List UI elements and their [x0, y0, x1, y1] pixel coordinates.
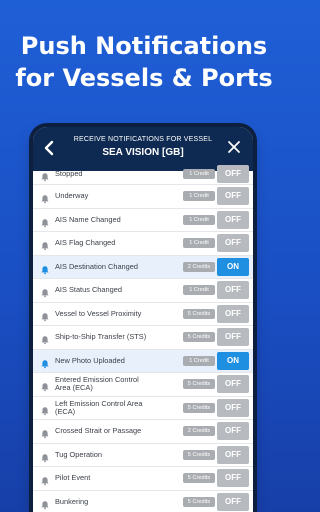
- notification-row: Crossed Strait or Passage 2 Credits OFF: [33, 420, 253, 444]
- notification-label: Tug Operation: [55, 449, 102, 459]
- notification-toggle[interactable]: OFF: [217, 375, 249, 394]
- credit-badge: 5 Credits: [183, 449, 215, 460]
- notification-row: AIS Flag Changed 1 Credit OFF: [33, 232, 253, 256]
- notification-toggle[interactable]: OFF: [217, 492, 249, 511]
- notification-toggle[interactable]: OFF: [217, 398, 249, 417]
- close-icon[interactable]: [227, 139, 243, 157]
- bell-icon: [40, 497, 50, 510]
- credit-badge: 2 Credits: [183, 261, 215, 272]
- notification-label: AIS Status Changed: [55, 285, 122, 295]
- bell-icon: [40, 473, 50, 486]
- app-bar-title: SEA VISION [GB]: [102, 147, 184, 158]
- bell-icon: [40, 356, 50, 369]
- bell-icon: [40, 426, 50, 439]
- promo-headline: Push Notifications for Vessels & Ports: [0, 30, 288, 94]
- credit-badge: 5 Credits: [183, 308, 215, 319]
- notification-toggle[interactable]: ON: [217, 257, 249, 276]
- bell-icon: [40, 379, 50, 392]
- bell-icon: [40, 262, 50, 275]
- notification-toggle[interactable]: OFF: [217, 422, 249, 441]
- notification-toggle[interactable]: OFF: [217, 328, 249, 347]
- notification-row: Bunkering 5 Credits OFF: [33, 490, 253, 512]
- credit-badge: 5 Credits: [183, 402, 215, 413]
- credit-badge: 1 Credit: [183, 238, 215, 249]
- phone-frame: RECEIVE NOTIFICATIONS FOR VESSEL SEA VIS…: [33, 127, 253, 512]
- notification-row: AIS Name Changed 1 Credit OFF: [33, 208, 253, 232]
- notification-toggle[interactable]: OFF: [217, 445, 249, 464]
- credit-badge: 5 Credits: [183, 473, 215, 484]
- notification-label: Pilot Event: [55, 473, 91, 483]
- bell-icon: [40, 450, 50, 463]
- notification-toggle[interactable]: OFF: [217, 469, 249, 488]
- credit-badge: 1 Credit: [183, 355, 215, 366]
- notification-label: New Photo Uploaded: [55, 355, 125, 365]
- notification-toggle[interactable]: OFF: [217, 164, 249, 183]
- notification-label: Crossed Strait or Passage: [55, 426, 142, 436]
- credit-badge: 5 Credits: [183, 332, 215, 343]
- credit-badge: 1 Credit: [183, 168, 215, 179]
- notification-row: AIS Status Changed 1 Credit OFF: [33, 279, 253, 303]
- credit-badge: 1 Credit: [183, 191, 215, 202]
- notification-list: Stopped 1 Credit OFF Underway 1 Credit OFF AIS…: [33, 164, 253, 512]
- bell-icon: [40, 285, 50, 298]
- notification-row: AIS Destination Changed 2 Credits ON: [33, 255, 253, 279]
- bell-icon: [40, 215, 50, 228]
- notification-label: Entered Emission Control Area (ECA): [55, 375, 139, 393]
- bell-icon: [40, 169, 50, 181]
- bell-icon: [40, 191, 50, 204]
- headline-line-1: Push Notifications: [20, 32, 268, 60]
- credit-badge: 2 Credits: [183, 426, 215, 437]
- bell-icon: [40, 403, 50, 416]
- notification-toggle[interactable]: ON: [217, 351, 249, 370]
- app-bar-subtitle: RECEIVE NOTIFICATIONS FOR VESSEL: [73, 136, 213, 143]
- notification-label: Ship-to-Ship Transfer (STS): [55, 332, 147, 342]
- notification-label: Vessel to Vessel Proximity: [55, 308, 142, 318]
- notification-toggle[interactable]: OFF: [217, 210, 249, 229]
- notification-toggle[interactable]: OFF: [217, 281, 249, 300]
- bell-icon: [40, 309, 50, 322]
- credit-badge: 5 Credits: [183, 496, 215, 507]
- notification-row: Vessel to Vessel Proximity 5 Credits OFF: [33, 302, 253, 326]
- notification-label: Left Emission Control Area (ECA): [55, 398, 143, 416]
- notification-label: AIS Flag Changed: [55, 238, 116, 248]
- notification-row: Entered Emission Control Area (ECA) 5 Cre…: [33, 373, 253, 397]
- bell-icon: [40, 238, 50, 251]
- notification-row: Ship-to-Ship Transfer (STS) 5 Credits OFF: [33, 326, 253, 350]
- credit-badge: 1 Credit: [183, 214, 215, 225]
- notification-toggle[interactable]: OFF: [217, 304, 249, 323]
- credit-badge: 5 Credits: [183, 379, 215, 390]
- notification-row: New Photo Uploaded 1 Credit ON: [33, 349, 253, 373]
- notification-label: AIS Name Changed: [55, 214, 121, 224]
- bell-icon: [40, 332, 50, 345]
- notification-toggle[interactable]: OFF: [217, 234, 249, 253]
- notification-label: AIS Destination Changed: [55, 261, 138, 271]
- notification-row: Pilot Event 5 Credits OFF: [33, 467, 253, 491]
- headline-line-2: for Vessels & Ports: [15, 64, 273, 92]
- notification-label: Underway: [55, 191, 89, 201]
- notification-row: Left Emission Control Area (ECA) 5 Credit…: [33, 396, 253, 420]
- notification-row: Tug Operation 5 Credits OFF: [33, 443, 253, 467]
- notification-row: Stopped 1 Credit OFF: [33, 164, 253, 185]
- notification-toggle[interactable]: OFF: [217, 187, 249, 206]
- notification-label: Bunkering: [55, 496, 89, 506]
- notification-label: Stopped: [55, 168, 83, 178]
- credit-badge: 1 Credit: [183, 285, 215, 296]
- notification-row: Underway 1 Credit OFF: [33, 185, 253, 209]
